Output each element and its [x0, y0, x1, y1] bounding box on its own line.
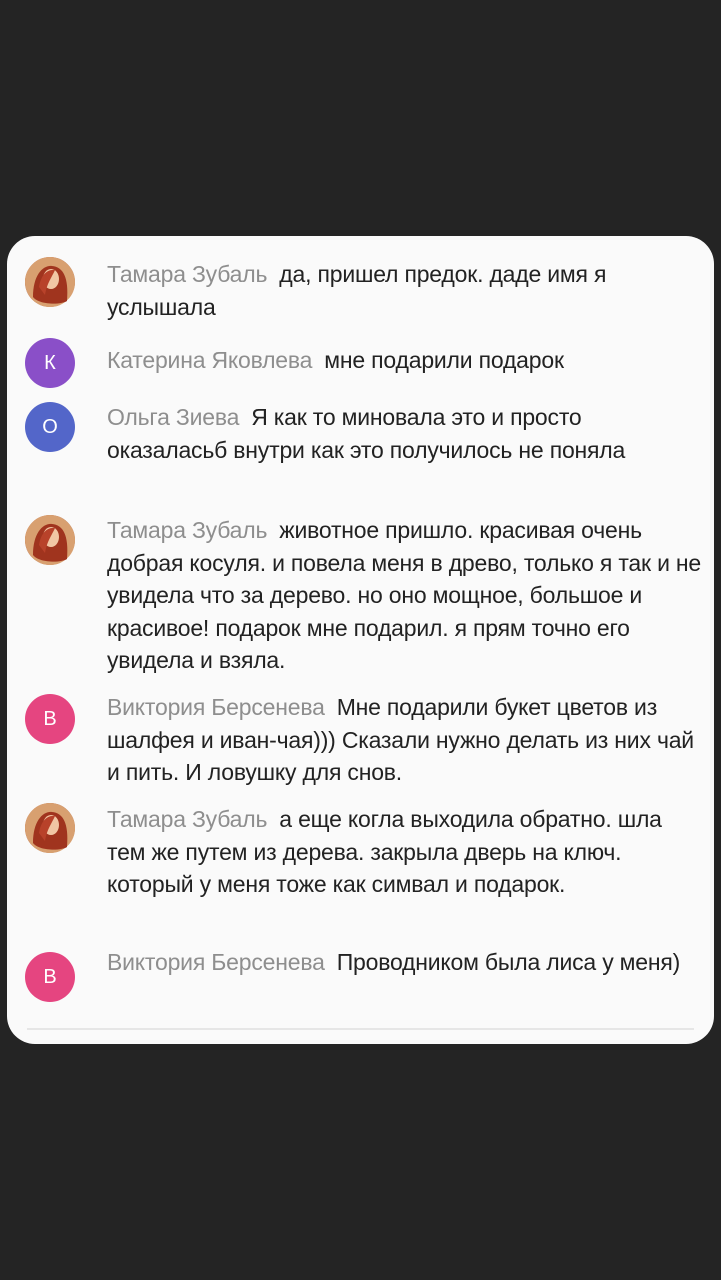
avatar-photo-icon	[25, 803, 75, 853]
avatar-photo[interactable]	[25, 515, 75, 565]
comment-author[interactable]: Тамара Зубаль	[107, 517, 267, 543]
comment-author[interactable]: Виктория Берсенева	[107, 949, 325, 975]
comment-body: Тамара Зубаль а еще когла выходила обратн…	[107, 803, 703, 901]
avatar-letter: В	[43, 965, 57, 988]
avatar-photo[interactable]	[25, 803, 75, 853]
avatar-photo[interactable]	[25, 257, 75, 307]
comments-card: Тамара Зубаль да, пришел предок. даде имя…	[7, 236, 714, 1044]
avatar-letter: В	[43, 707, 57, 730]
comment-author[interactable]: Виктория Берсенева	[107, 694, 325, 720]
avatar-letter: К	[44, 351, 56, 374]
comment-author[interactable]: Ольга Зиева	[107, 404, 239, 430]
comment-text: Проводником была лиса у меня)	[336, 949, 681, 975]
avatar[interactable]: О	[25, 402, 75, 452]
avatar[interactable]: В	[25, 694, 75, 744]
avatar-letter: О	[42, 415, 58, 438]
comment-author[interactable]: Катерина Яковлева	[107, 347, 312, 373]
comment-body: Тамара Зубаль животное пришло. красивая о…	[107, 514, 703, 677]
avatar-photo-icon	[25, 257, 75, 307]
comment-body: Катерина Яковлева мне подарили подарок	[107, 344, 703, 377]
comment-author[interactable]: Тамара Зубаль	[107, 261, 267, 287]
comment-body: Ольга Зиева Я как то миновала это и прост…	[107, 401, 703, 466]
comment-text: мне подарили подарок	[324, 347, 564, 373]
divider	[27, 1028, 694, 1030]
cut-off-text-fragment	[47, 236, 297, 244]
avatar-photo-icon	[25, 515, 75, 565]
avatar[interactable]: В	[25, 952, 75, 1002]
comment-author[interactable]: Тамара Зубаль	[107, 806, 267, 832]
comment-body: Тамара Зубаль да, пришел предок. даде имя…	[107, 258, 703, 323]
avatar[interactable]: К	[25, 338, 75, 388]
comment-body: Виктория Берсенева Мне подарили букет цве…	[107, 691, 703, 789]
comment-body: Виктория Берсенева Проводником была лиса …	[107, 946, 703, 979]
